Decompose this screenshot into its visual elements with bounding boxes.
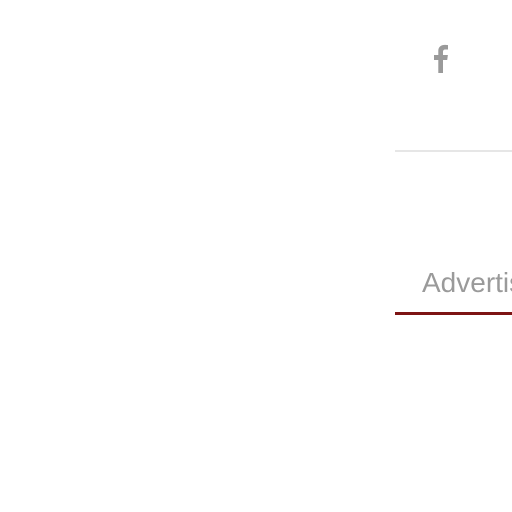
tab-advertise-label: Advertise xyxy=(422,267,512,298)
facebook-link[interactable] xyxy=(420,36,460,80)
tab-advertise[interactable]: Advertise xyxy=(395,258,512,315)
divider xyxy=(395,150,512,152)
active-tab-indicator xyxy=(395,312,512,315)
page: Advertise xyxy=(0,0,512,512)
facebook-icon xyxy=(433,44,448,73)
